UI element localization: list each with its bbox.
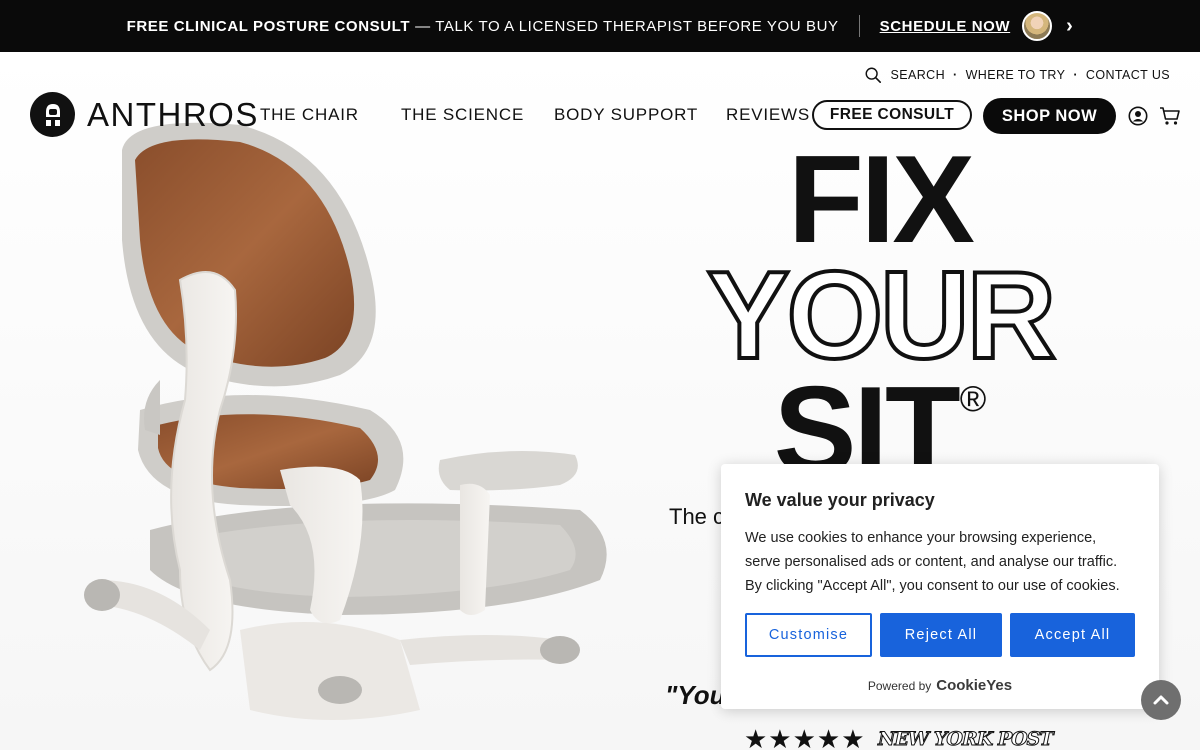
- anthros-logo[interactable]: ANTHROS: [30, 92, 259, 137]
- where-to-try-link[interactable]: WHERE TO TRY: [966, 68, 1066, 82]
- chair-image: [84, 122, 607, 720]
- new-york-post-logo: NEW YORK POST: [878, 728, 1055, 750]
- cookie-consent-banner: We value your privacy We use cookies to …: [721, 464, 1159, 709]
- announcement-bold-text: FREE CLINICAL POSTURE CONSULT: [126, 17, 411, 35]
- search-link[interactable]: SEARCH: [891, 68, 946, 82]
- powered-by: Powered by CookieYes: [745, 677, 1135, 694]
- chevron-right-icon[interactable]: ›: [1066, 15, 1073, 38]
- cookieyes-logo[interactable]: CookieYes: [936, 677, 1012, 694]
- nav-the-science[interactable]: THE SCIENCE: [401, 105, 524, 125]
- utility-separator: ·: [1073, 68, 1078, 82]
- accept-all-button[interactable]: Accept All: [1010, 613, 1135, 657]
- powered-by-text: Powered by: [867, 679, 932, 693]
- user-icon[interactable]: [1128, 106, 1148, 126]
- schedule-now-link[interactable]: SCHEDULE NOW: [880, 18, 1011, 35]
- registered-mark: ®: [959, 378, 987, 420]
- cookie-description: We use cookies to enhance your browsing …: [745, 530, 1120, 594]
- announcement-bar: FREE CLINICAL POSTURE CONSULT — TALK TO …: [0, 0, 1200, 52]
- chevron-up-icon: [1153, 695, 1169, 705]
- reject-all-button[interactable]: Reject All: [880, 613, 1002, 657]
- nav-the-chair[interactable]: THE CHAIR: [260, 105, 359, 125]
- search-icon[interactable]: [864, 66, 882, 84]
- star-rating: ★★★★★: [744, 724, 866, 750]
- shop-now-button[interactable]: SHOP NOW: [983, 98, 1116, 134]
- hero-headline: FIX YOUR SIT®: [660, 131, 1100, 493]
- cookie-title: We value your privacy: [745, 490, 935, 510]
- cart-icon[interactable]: [1159, 106, 1181, 126]
- utility-separator: ·: [953, 68, 958, 82]
- cookie-buttons: Customise Reject All Accept All: [745, 613, 1135, 657]
- therapist-avatar[interactable]: [1022, 11, 1053, 41]
- anthros-logo-icon: [30, 92, 75, 137]
- utility-nav: SEARCH · WHERE TO TRY · CONTACT US: [864, 66, 1171, 84]
- scroll-to-top-button[interactable]: [1141, 680, 1181, 720]
- headline-your: YOUR: [705, 246, 1058, 385]
- review-quote: "You: [665, 680, 726, 710]
- free-consult-button[interactable]: FREE CONSULT: [812, 100, 972, 130]
- hero-subhead: The c: [669, 504, 725, 529]
- anthros-wordmark: ANTHROS: [87, 95, 259, 133]
- nav-reviews[interactable]: REVIEWS: [726, 105, 810, 125]
- contact-us-link[interactable]: CONTACT US: [1086, 68, 1170, 82]
- announcement-divider: [858, 15, 860, 37]
- customise-button[interactable]: Customise: [745, 613, 872, 657]
- headline-fix: FIX: [788, 131, 975, 269]
- announcement-text: — TALK TO A LICENSED THERAPIST BEFORE YO…: [415, 17, 839, 35]
- nav-body-support[interactable]: BODY SUPPORT: [554, 105, 698, 125]
